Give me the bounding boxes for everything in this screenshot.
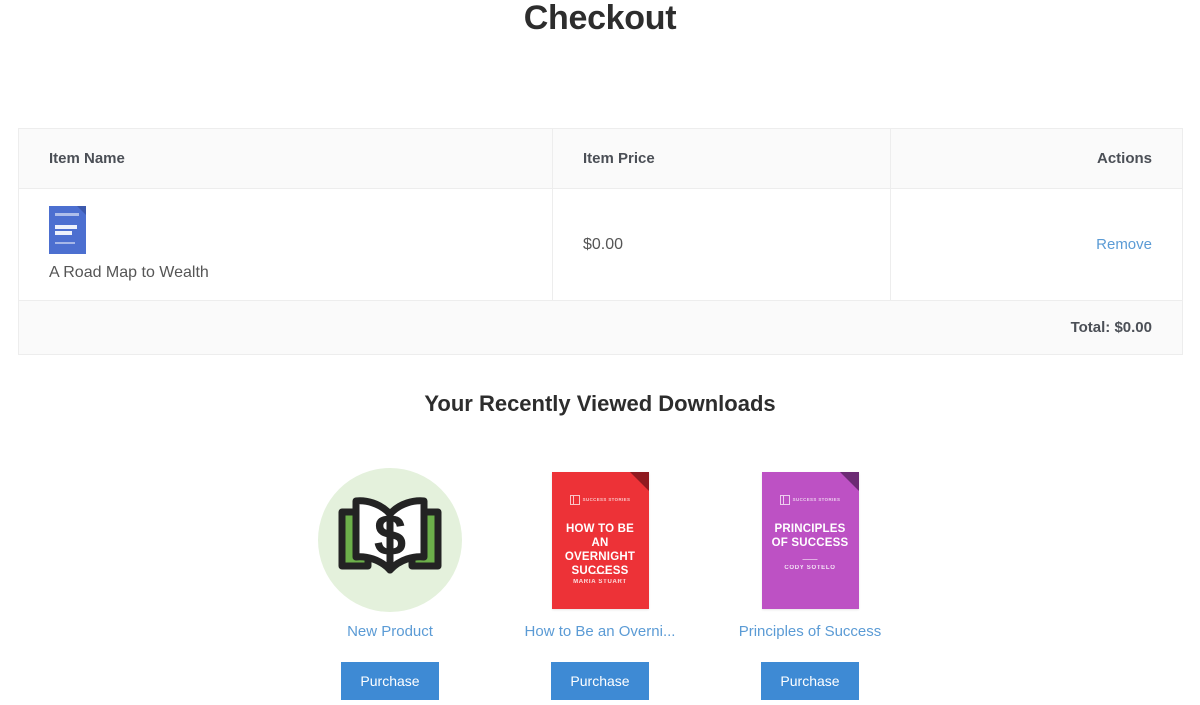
document-thumbnail-icon — [49, 206, 86, 254]
book-mark-icon — [570, 495, 580, 505]
list-item: $ New Product Purchase — [320, 465, 460, 700]
open-book-dollar-svg: $ — [334, 492, 446, 588]
cart-table-head: Item Name Item Price Actions — [19, 129, 1183, 189]
cart-item-price-cell: $0.00 — [553, 189, 891, 301]
purchase-button[interactable]: Purchase — [551, 662, 648, 700]
column-header-item-price-label: Item Price — [553, 150, 890, 167]
recently-viewed-list: $ New Product Purchase SUCCESS STORIES H… — [0, 465, 1200, 700]
svg-text:$: $ — [374, 503, 406, 568]
cart-item-price: $0.00 — [553, 236, 890, 254]
remove-item-link[interactable]: Remove — [921, 236, 1152, 253]
thumbnail-brand-line — [55, 213, 79, 216]
purchase-button[interactable]: Purchase — [761, 662, 858, 700]
product-title-link[interactable]: How to Be an Overni... — [525, 623, 676, 640]
product-artwork-new-product[interactable]: $ — [318, 465, 462, 615]
cover-heading: PRINCIPLES OF SUCCESS — [768, 522, 853, 550]
column-header-actions: Actions — [891, 129, 1183, 189]
cart-item-actions-wrapper: Remove — [891, 236, 1182, 253]
list-item: SUCCESS STORIES HOW TO BE AN OVERNIGHT S… — [530, 465, 670, 700]
cart-total-cell: Total: $0.00 — [19, 301, 1183, 355]
thumbnail-title-line-2 — [55, 231, 72, 235]
cart-item-name-wrapper: A Road Map to Wealth — [19, 192, 552, 297]
cart-total-row: Total: $0.00 — [19, 301, 1183, 355]
cart-item-name-cell: A Road Map to Wealth — [19, 189, 553, 301]
open-book-dollar-icon: $ — [318, 468, 462, 612]
book-cover-purple: SUCCESS STORIES PRINCIPLES OF SUCCESS CO… — [762, 472, 859, 609]
thumbnail-title-line-1 — [55, 225, 77, 229]
book-mark-icon — [780, 495, 790, 505]
page-title: Checkout — [0, 0, 1200, 36]
purchase-button[interactable]: Purchase — [341, 662, 438, 700]
product-title-link[interactable]: New Product — [347, 623, 433, 640]
cover-brand-text: SUCCESS STORIES — [793, 497, 841, 502]
cart-table-foot: Total: $0.00 — [19, 301, 1183, 355]
cover-heading: HOW TO BE AN OVERNIGHT SUCCESS — [558, 522, 643, 578]
cart-table-body: A Road Map to Wealth $0.00 Remove — [19, 189, 1183, 301]
cover-brand-text: SUCCESS STORIES — [583, 497, 631, 502]
list-item: SUCCESS STORIES PRINCIPLES OF SUCCESS CO… — [740, 465, 880, 700]
cover-brand: SUCCESS STORIES — [552, 495, 649, 505]
checkout-cart: Item Name Item Price Actions — [18, 128, 1182, 355]
table-header-row: Item Name Item Price Actions — [19, 129, 1183, 189]
cart-item-title: A Road Map to Wealth — [49, 263, 522, 283]
cover-author: MARIA STUART — [552, 579, 649, 585]
recently-viewed-heading: Your Recently Viewed Downloads — [0, 391, 1200, 417]
column-header-item-price: Item Price — [553, 129, 891, 189]
cover-divider — [803, 559, 818, 560]
cover-brand: SUCCESS STORIES — [762, 495, 859, 505]
cover-fold-corner-icon — [630, 472, 649, 491]
product-artwork-principles-of-success[interactable]: SUCCESS STORIES PRINCIPLES OF SUCCESS CO… — [762, 465, 859, 615]
column-header-item-name: Item Name — [19, 129, 553, 189]
cover-divider — [593, 573, 608, 574]
column-header-actions-label: Actions — [891, 150, 1182, 167]
cart-table: Item Name Item Price Actions — [18, 128, 1183, 355]
cover-fold-corner-icon — [840, 472, 859, 491]
cover-author: CODY SOTELO — [762, 565, 859, 571]
book-cover-red: SUCCESS STORIES HOW TO BE AN OVERNIGHT S… — [552, 472, 649, 609]
column-header-item-name-label: Item Name — [19, 150, 552, 167]
cart-item-actions-cell: Remove — [891, 189, 1183, 301]
product-title-link[interactable]: Principles of Success — [739, 623, 882, 640]
table-row: A Road Map to Wealth $0.00 Remove — [19, 189, 1183, 301]
cart-total-label: Total: $0.00 — [19, 319, 1182, 336]
thumbnail-author-line — [55, 242, 75, 244]
product-artwork-overnight-success[interactable]: SUCCESS STORIES HOW TO BE AN OVERNIGHT S… — [552, 465, 649, 615]
